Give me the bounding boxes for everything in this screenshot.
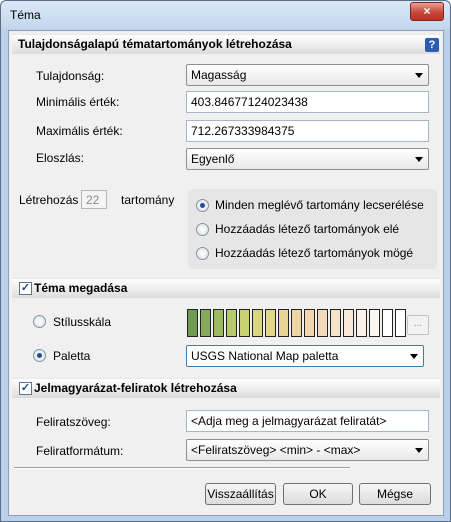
- color-swatch: [291, 309, 302, 337]
- radio-append[interactable]: [196, 247, 209, 260]
- browse-button[interactable]: ...: [407, 315, 429, 335]
- section-title-ranges: Tulajdonságalapú tématartományok létreho…: [18, 37, 292, 51]
- option-replace-label: Minden meglévő tartomány lecserélése: [215, 198, 424, 212]
- format-label: Feliratformátum:: [36, 444, 124, 458]
- palette-select[interactable]: USGS National Map paletta: [186, 345, 424, 367]
- divider: [14, 467, 350, 469]
- radio-palette[interactable]: [33, 349, 46, 362]
- max-value-field[interactable]: 712.267333984375: [186, 120, 429, 142]
- style-scale-label: Stílusskála: [53, 315, 112, 329]
- caption-field[interactable]: <Adja meg a jelmagyarázat feliratát>: [186, 410, 429, 432]
- window-title: Téma: [10, 8, 41, 22]
- option-prepend-label: Hozzáadás létező tartományok elé: [215, 222, 400, 236]
- caption-label: Feliratszöveg:: [36, 415, 111, 429]
- chevron-down-icon: [410, 354, 418, 359]
- chevron-down-icon: [415, 157, 423, 162]
- distribution-select-value: Egyenlő: [191, 152, 235, 166]
- color-swatch: [356, 309, 367, 337]
- color-swatch: [265, 309, 276, 337]
- color-swatch: [330, 309, 341, 337]
- min-value-field[interactable]: 403.84677124023438: [186, 91, 429, 113]
- help-icon[interactable]: ?: [425, 38, 439, 52]
- property-label: Tulajdonság:: [36, 69, 105, 83]
- range-count-field[interactable]: 22: [81, 190, 107, 209]
- color-swatch: [382, 309, 393, 337]
- color-swatch: [304, 309, 315, 337]
- format-select-value: <Feliratszöveg> <min> - <max>: [191, 443, 361, 457]
- cancel-button[interactable]: Mégse: [359, 483, 431, 505]
- section-title-legend: Jelmagyarázat-feliratok létrehozása: [34, 381, 237, 395]
- color-swatch: [395, 309, 406, 337]
- theme-dialog: Téma × Tulajdonságalapú tématartományok …: [0, 0, 451, 522]
- color-swatch: [278, 309, 289, 337]
- create-label: Létrehozás: [19, 193, 79, 207]
- min-label: Minimális érték:: [36, 95, 120, 109]
- color-swatch-strip[interactable]: [187, 309, 408, 337]
- color-swatch: [239, 309, 250, 337]
- color-swatch: [200, 309, 211, 337]
- color-swatch: [187, 309, 198, 337]
- radio-prepend[interactable]: [196, 223, 209, 236]
- color-swatch: [226, 309, 237, 337]
- range-label: tartomány: [121, 193, 175, 207]
- color-swatch: [213, 309, 224, 337]
- range-options-group: Minden meglévő tartomány lecserélése Hoz…: [188, 189, 437, 269]
- property-select[interactable]: Magasság: [186, 64, 429, 86]
- section-header-legend: ✓ Jelmagyarázat-feliratok létrehozása: [12, 378, 440, 398]
- reset-button[interactable]: Visszaállítás: [205, 483, 276, 505]
- dialog-body: Tulajdonságalapú tématartományok létreho…: [8, 30, 444, 516]
- color-swatch: [369, 309, 380, 337]
- color-swatch: [317, 309, 328, 337]
- section-title-theme: Téma megadása: [34, 281, 128, 295]
- section-header-ranges: Tulajdonságalapú tématartományok létreho…: [12, 34, 440, 54]
- option-append-label: Hozzáadás létező tartományok mögé: [215, 246, 414, 260]
- palette-select-value: USGS National Map paletta: [191, 349, 339, 363]
- radio-style-scale[interactable]: [33, 315, 46, 328]
- palette-label: Paletta: [53, 349, 91, 363]
- format-select[interactable]: <Feliratszöveg> <min> - <max>: [186, 439, 429, 461]
- title-bar: Téma ×: [1, 1, 450, 29]
- close-icon[interactable]: ×: [410, 2, 444, 21]
- theme-checkbox[interactable]: ✓: [19, 282, 32, 295]
- section-header-theme: ✓ Téma megadása: [12, 278, 440, 298]
- distribution-label: Eloszlás:: [36, 151, 85, 165]
- ok-button[interactable]: OK: [283, 483, 353, 505]
- distribution-select[interactable]: Egyenlő: [186, 148, 429, 170]
- chevron-down-icon: [415, 73, 423, 78]
- color-swatch: [252, 309, 263, 337]
- max-label: Maximális érték:: [36, 124, 123, 138]
- legend-checkbox[interactable]: ✓: [19, 382, 32, 395]
- chevron-down-icon: [415, 448, 423, 453]
- color-swatch: [343, 309, 354, 337]
- radio-replace[interactable]: [196, 199, 209, 212]
- property-select-value: Magasság: [191, 68, 247, 82]
